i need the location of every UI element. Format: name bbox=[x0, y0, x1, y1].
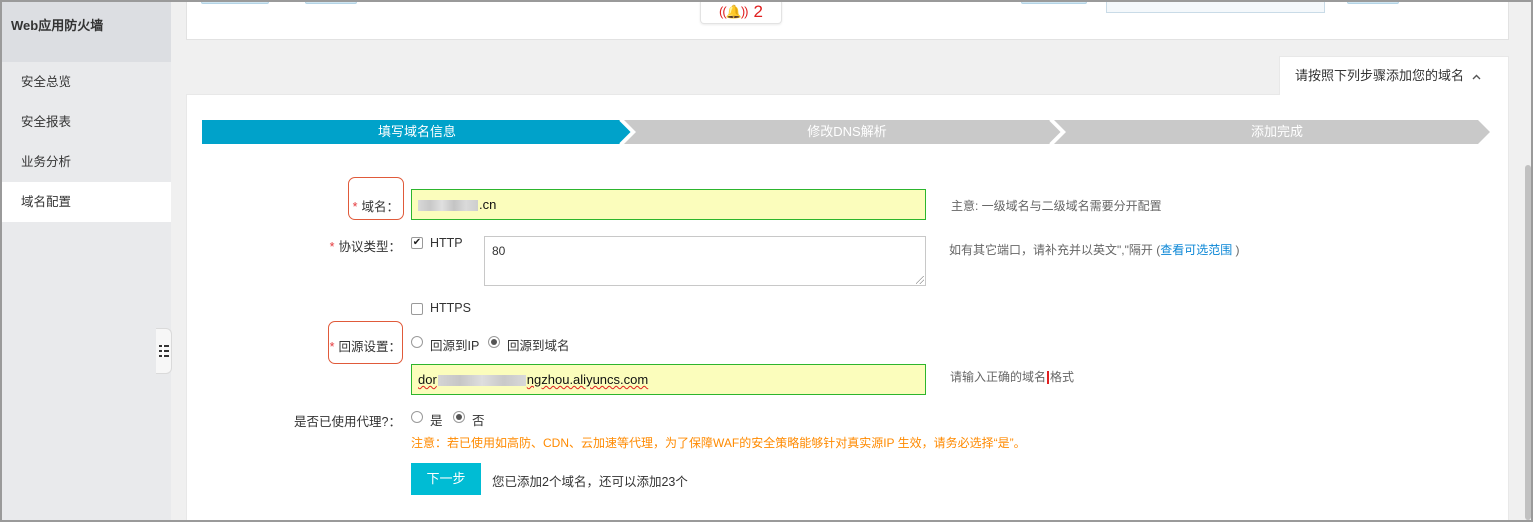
protocol-help: 如有其它端口，请补充并以英文","隔开 (查看可选范围 ) bbox=[949, 243, 1240, 257]
proxy-yes-label: 是 bbox=[430, 414, 443, 428]
alarm-count: 2 bbox=[753, 2, 763, 21]
proxy-label: 是否已使用代理?： bbox=[294, 415, 401, 429]
view-range-link[interactable]: 查看可选范围 bbox=[1160, 243, 1232, 257]
proxy-yes-radio[interactable] bbox=[411, 411, 423, 423]
step-complete: 添加完成 bbox=[1250, 124, 1303, 139]
proxy-no-radio[interactable] bbox=[453, 411, 465, 423]
domain-input[interactable]: .cn bbox=[411, 189, 926, 220]
origin-ip-label: 回源到IP bbox=[430, 339, 480, 353]
port-value: 80 bbox=[492, 244, 506, 258]
sidebar-item-overview[interactable]: 安全总览 bbox=[2, 62, 171, 102]
https-checkbox[interactable] bbox=[411, 303, 423, 315]
proxy-note: 注意：若已使用如高防、CDN、云加速等代理，为了保障WAF的安全策略能够针对真实… bbox=[411, 436, 1026, 450]
sidebar-item-domain-config[interactable]: 域名配置 bbox=[2, 182, 171, 222]
scrollbar-thumb[interactable] bbox=[1525, 165, 1531, 520]
text-cursor bbox=[1047, 371, 1050, 385]
add-domain-card: 填写域名信息 修改DNS解析 添加完成 * 域名： .cn 主意: 一级域名与二级… bbox=[186, 94, 1509, 522]
alarm-badge[interactable]: ((🔔)) 2 bbox=[700, 0, 782, 24]
step-fill-domain: 填写域名信息 bbox=[377, 124, 456, 139]
hint-label: 请按照下列步骤添加您的域名 bbox=[1295, 68, 1465, 83]
next-step-button[interactable]: 下一步 bbox=[411, 463, 481, 495]
http-checkbox[interactable]: ✔ bbox=[411, 237, 423, 249]
chevron-up-icon bbox=[1472, 59, 1481, 97]
proxy-no-label: 否 bbox=[472, 414, 485, 428]
step-modify-dns: 修改DNS解析 bbox=[807, 124, 887, 139]
top-button[interactable] bbox=[1021, 1, 1087, 4]
top-field[interactable] bbox=[1106, 1, 1325, 13]
steps-hint-toggle[interactable]: 请按照下列步骤添加您的域名 bbox=[1279, 56, 1509, 95]
sidebar-title: Web应用防火墙 bbox=[2, 2, 171, 62]
domain-label: * 域名： bbox=[352, 200, 399, 214]
top-button[interactable] bbox=[305, 1, 357, 4]
origin-domain-label: 回源到域名 bbox=[507, 339, 570, 353]
origin-domain-radio[interactable] bbox=[488, 336, 500, 348]
redacted-text bbox=[437, 375, 526, 387]
protocol-label: * 协议类型： bbox=[329, 240, 401, 254]
top-button[interactable] bbox=[201, 1, 269, 4]
check-icon: ✔ bbox=[412, 237, 422, 248]
http-label: HTTP bbox=[430, 236, 463, 250]
sidebar: Web应用防火墙 安全总览 安全报表 业务分析 域名配置 bbox=[2, 2, 171, 520]
collapse-sidebar-icon[interactable] bbox=[156, 328, 172, 374]
top-panel: ((🔔)) 2 bbox=[186, 0, 1509, 40]
progress-steps: 填写域名信息 修改DNS解析 添加完成 bbox=[202, 120, 1490, 144]
top-button[interactable] bbox=[1347, 1, 1399, 4]
https-label: HTTPS bbox=[430, 301, 471, 315]
origin-domain-input[interactable]: dor ngzhou.aliyuncs.com bbox=[411, 364, 926, 395]
bell-alarm-icon: ((🔔)) bbox=[719, 4, 748, 19]
origin-help: 请输入正确的域名 格式 bbox=[950, 370, 1075, 385]
redacted-text bbox=[418, 200, 478, 212]
sidebar-item-analytics[interactable]: 业务分析 bbox=[2, 142, 171, 182]
domain-quota-text: 您已添加2个域名，还可以添加23个 bbox=[492, 475, 688, 489]
domain-help: 主意: 一级域名与二级域名需要分开配置 bbox=[951, 199, 1162, 213]
port-textarea[interactable]: 80 bbox=[484, 236, 926, 286]
resize-grip[interactable] bbox=[916, 276, 924, 284]
sidebar-item-reports[interactable]: 安全报表 bbox=[2, 102, 171, 142]
origin-ip-radio[interactable] bbox=[411, 336, 423, 348]
origin-label: * 回源设置： bbox=[329, 340, 401, 354]
